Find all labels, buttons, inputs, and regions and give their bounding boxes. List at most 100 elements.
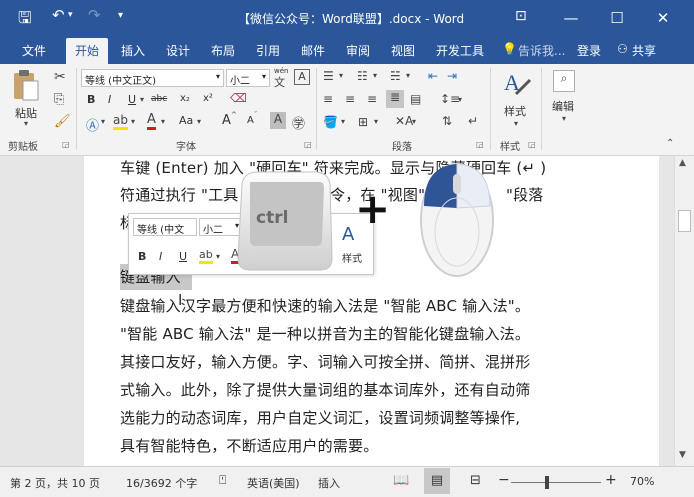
styles-icon[interactable]: A: [502, 68, 532, 98]
text-effects-dropdown-icon[interactable]: ▾: [101, 117, 105, 126]
customize-quick-access-icon[interactable]: ▾: [118, 10, 123, 21]
mini-highlight-dropdown-icon[interactable]: ▾: [216, 252, 220, 261]
enclose-characters-icon[interactable]: ㊫: [292, 113, 305, 132]
tab-layout[interactable]: 布局: [211, 42, 235, 59]
italic-button[interactable]: I: [108, 93, 111, 106]
copy-icon[interactable]: ⎘: [54, 92, 64, 107]
tab-developer[interactable]: 开发工具: [436, 42, 484, 59]
cut-icon[interactable]: ✂: [54, 69, 66, 85]
redo-icon[interactable]: ↷: [88, 6, 101, 24]
bullets-dropdown-icon[interactable]: ▾: [339, 71, 343, 80]
increase-indent-icon[interactable]: ⇥: [447, 69, 457, 83]
tab-home[interactable]: 开始: [66, 38, 109, 64]
collapse-ribbon-icon[interactable]: ⌃: [666, 138, 674, 149]
mini-underline-button[interactable]: U: [179, 250, 187, 263]
shrink-font-button[interactable]: A: [247, 115, 254, 126]
minimize-button[interactable]: —: [548, 0, 594, 36]
borders-dropdown-icon[interactable]: ▾: [374, 117, 378, 126]
insert-mode[interactable]: 插入: [318, 475, 340, 491]
clear-formatting-icon[interactable]: ⌫: [230, 91, 247, 105]
borders-icon[interactable]: ⊞: [358, 115, 368, 129]
zoom-out-icon[interactable]: −: [498, 472, 510, 488]
tab-design[interactable]: 设计: [166, 42, 190, 59]
mini-styles-icon[interactable]: A: [342, 224, 354, 245]
scroll-down-icon[interactable]: ▼: [679, 450, 686, 460]
text-effects-icon[interactable]: Ⓐ: [86, 115, 99, 134]
read-mode-icon[interactable]: 📖: [393, 473, 409, 488]
tab-references[interactable]: 引用: [256, 42, 280, 59]
change-case-dropdown-icon[interactable]: ▾: [197, 117, 201, 126]
web-layout-icon[interactable]: ⊟: [470, 473, 481, 488]
tab-insert[interactable]: 插入: [121, 42, 145, 59]
chinese-layout-dropdown-icon[interactable]: ▾: [412, 117, 416, 126]
character-border-icon[interactable]: A: [294, 69, 310, 85]
styles-button[interactable]: 样式: [504, 103, 526, 119]
highlight-dropdown-icon[interactable]: ▾: [131, 117, 135, 126]
editing-dropdown-icon[interactable]: ▾: [562, 114, 566, 123]
ribbon-display-options-icon[interactable]: ⊡: [515, 8, 527, 24]
tab-review[interactable]: 审阅: [346, 42, 370, 59]
clipboard-launcher-icon[interactable]: ◲: [62, 140, 70, 149]
sort-icon[interactable]: ⇅: [442, 114, 452, 128]
highlight-color-icon[interactable]: ab: [113, 113, 128, 130]
font-color-dropdown-icon[interactable]: ▾: [161, 117, 165, 126]
multilevel-list-icon[interactable]: ☵: [390, 69, 401, 83]
subscript-button[interactable]: x₂: [180, 93, 190, 104]
zoom-level[interactable]: 70%: [630, 475, 654, 488]
share-button[interactable]: 共享: [632, 42, 656, 59]
chinese-layout-icon[interactable]: ✕A: [395, 114, 413, 128]
bullets-icon[interactable]: ☰: [323, 69, 334, 83]
distributed-icon[interactable]: ▤: [410, 92, 421, 106]
character-shading-icon[interactable]: A: [270, 112, 286, 129]
scrollbar-thumb[interactable]: [678, 210, 691, 232]
tell-me-search[interactable]: 告诉我...: [518, 42, 565, 59]
multilevel-dropdown-icon[interactable]: ▾: [406, 71, 410, 80]
change-case-button[interactable]: Aa: [179, 114, 193, 127]
align-right-icon[interactable]: ≡: [367, 92, 377, 106]
show-hide-marks-icon[interactable]: ↵: [468, 114, 478, 128]
line-spacing-dropdown-icon[interactable]: ▾: [458, 95, 462, 104]
undo-dropdown-icon[interactable]: ▾: [68, 10, 73, 20]
superscript-button[interactable]: x²: [203, 93, 213, 104]
shading-icon[interactable]: 🪣: [323, 115, 338, 129]
print-layout-icon[interactable]: ▤: [424, 468, 450, 494]
underline-dropdown-icon[interactable]: ▾: [140, 95, 144, 104]
format-painter-icon[interactable]: 🖌: [54, 114, 71, 129]
underline-button[interactable]: U: [128, 93, 136, 106]
decrease-indent-icon[interactable]: ⇤: [428, 69, 438, 83]
bold-button[interactable]: B: [87, 93, 95, 106]
close-button[interactable]: ✕: [640, 0, 686, 36]
font-name-box[interactable]: 等线 (中文正文) ▾: [81, 69, 224, 87]
shading-dropdown-icon[interactable]: ▾: [341, 117, 345, 126]
page-count[interactable]: 第 2 页，共 10 页: [10, 475, 100, 491]
editing-button[interactable]: 编辑: [552, 98, 574, 114]
strikethrough-button[interactable]: abc: [151, 94, 167, 104]
styles-launcher-icon[interactable]: ◲: [528, 140, 536, 149]
align-center-icon[interactable]: ≡: [345, 92, 355, 106]
word-count[interactable]: 16/3692 个字: [126, 475, 197, 491]
vertical-scrollbar[interactable]: ▲ ▼: [674, 156, 694, 466]
mini-styles-button[interactable]: 样式: [342, 250, 362, 265]
tab-file[interactable]: 文件: [22, 42, 46, 59]
numbering-icon[interactable]: ☷: [357, 69, 368, 83]
justify-icon[interactable]: ≣: [386, 90, 404, 108]
maximize-button[interactable]: ☐: [594, 0, 640, 36]
grow-font-button[interactable]: A: [222, 113, 231, 128]
tab-view[interactable]: 视图: [391, 42, 415, 59]
numbering-dropdown-icon[interactable]: ▾: [373, 71, 377, 80]
mini-font-name-box[interactable]: 等线 (中文: [133, 218, 197, 236]
language-indicator[interactable]: 英语(美国): [247, 475, 300, 491]
zoom-in-icon[interactable]: +: [605, 472, 617, 488]
tab-mailings[interactable]: 邮件: [301, 42, 325, 59]
font-size-box[interactable]: 小二 ▾: [226, 69, 270, 87]
styles-dropdown-icon[interactable]: ▾: [514, 119, 518, 128]
paragraph-launcher-icon[interactable]: ◲: [476, 140, 484, 149]
undo-icon[interactable]: ↶: [52, 6, 65, 24]
mini-italic-button[interactable]: I: [159, 250, 162, 263]
find-icon[interactable]: ⌕: [553, 70, 575, 92]
proofing-icon[interactable]: ⍞: [219, 473, 226, 488]
align-left-icon[interactable]: ≡: [323, 92, 333, 106]
paste-dropdown-icon[interactable]: ▾: [24, 119, 28, 128]
scroll-up-icon[interactable]: ▲: [679, 158, 686, 168]
font-color-icon[interactable]: A: [147, 113, 156, 130]
